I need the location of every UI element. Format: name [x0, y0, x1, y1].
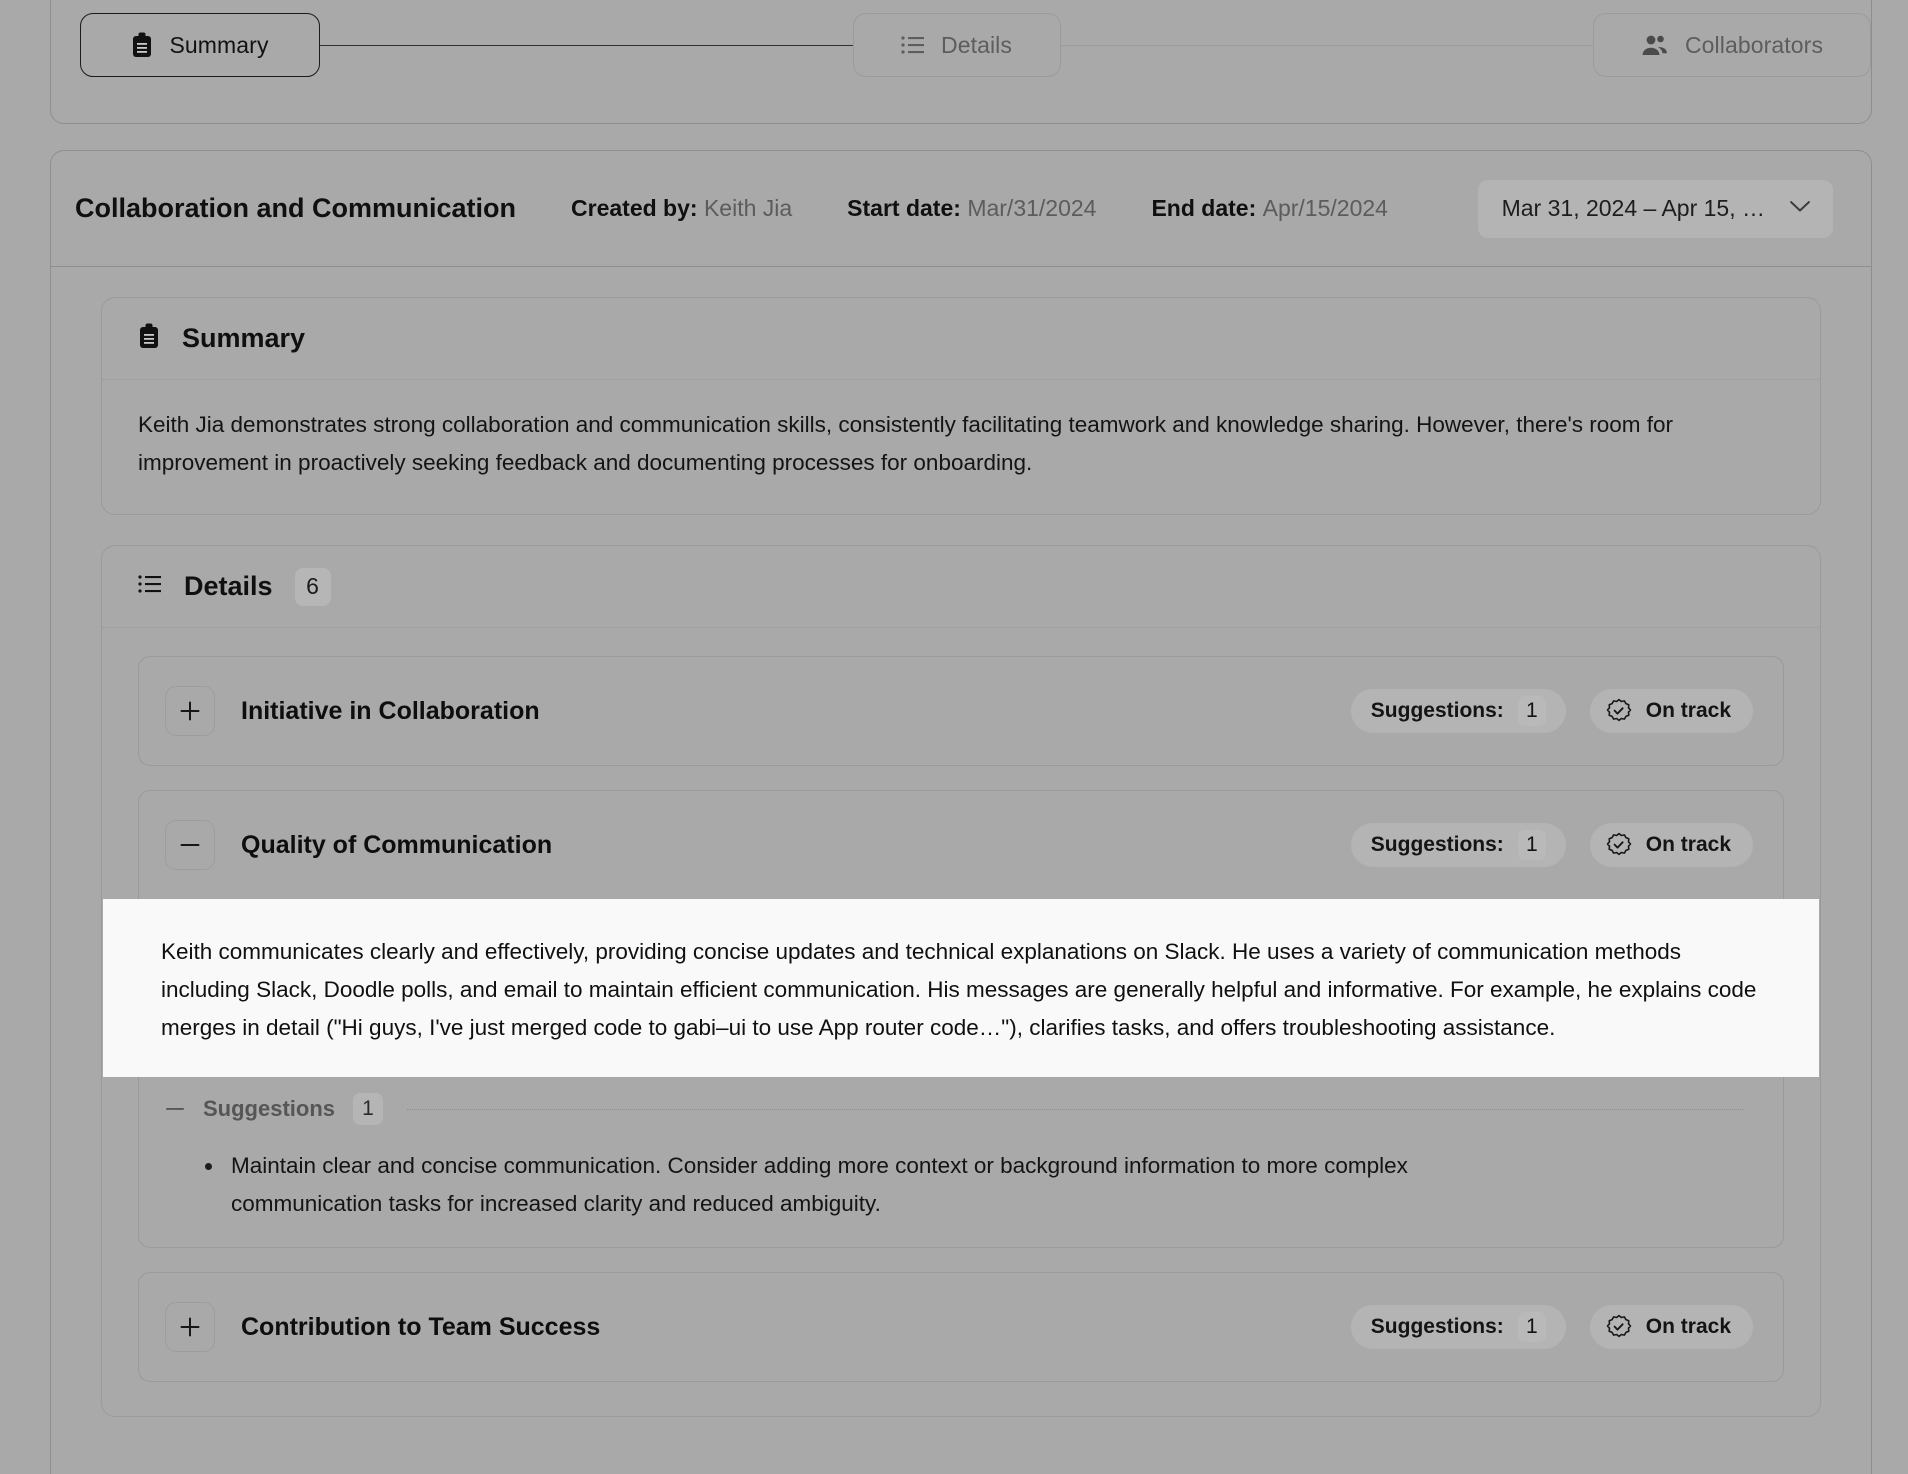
badge-check-icon [1606, 832, 1632, 858]
tab-rail: Summary Details Collaborators [51, 0, 1871, 123]
details-list: Initiative in Collaboration Suggestions:… [102, 628, 1820, 1416]
summary-card-title: Summary [182, 323, 306, 353]
tab-summary-label: Summary [169, 31, 269, 58]
clipboard-icon [138, 323, 160, 354]
suggestions-badge-count: 1 [1517, 830, 1546, 860]
suggestions-badge[interactable]: Suggestions: 1 [1350, 689, 1566, 733]
suggestions-badge-count: 1 [1517, 1312, 1546, 1342]
plus-icon[interactable] [165, 686, 215, 736]
clipboard-icon [131, 32, 153, 58]
end-date-value: Apr/15/2024 [1262, 195, 1388, 221]
tab-collaborators-label: Collaborators [1684, 31, 1824, 58]
start-date-label: Start date: [847, 195, 961, 221]
detail-item-body-text: Keith communicates clearly and effective… [161, 939, 1757, 1040]
suggestions-divider [407, 1108, 1743, 1110]
date-range-dropdown[interactable]: Mar 31, 2024 – Apr 15, … [1477, 179, 1833, 238]
suggestions-section-header[interactable]: Suggestions 1 [165, 1077, 1757, 1141]
app-root: Summary Details Collaborators Collaborat… [0, 0, 1908, 1474]
status-badge-label: On track [1645, 699, 1731, 722]
status-badge-label: On track [1645, 833, 1731, 856]
detail-item-initiative-in-collaboration: Initiative in Collaboration Suggestions:… [138, 656, 1784, 766]
status-badge[interactable]: On track [1589, 689, 1753, 733]
start-date-value: Mar/31/2024 [967, 195, 1097, 221]
summary-card-header: Summary [102, 298, 1820, 380]
detail-item-title: Quality of Communication [241, 830, 553, 859]
suggestions-badge-label: Suggestions: [1370, 1315, 1504, 1338]
details-count-badge: 6 [294, 567, 331, 606]
minus-icon[interactable] [165, 820, 215, 870]
end-date-label: End date: [1151, 195, 1257, 221]
summary-card-body: Keith Jia demonstrates strong collaborat… [102, 380, 1820, 514]
detail-item-header[interactable]: Contribution to Team Success Suggestions… [139, 1273, 1783, 1381]
tab-collaborators[interactable]: Collaborators [1593, 13, 1871, 77]
details-card-header: Details 6 [102, 546, 1820, 628]
status-badge[interactable]: On track [1589, 823, 1753, 867]
list-item: Maintain clear and concise communication… [205, 1147, 1525, 1223]
created-by-value: Keith Jia [703, 195, 793, 221]
status-badge[interactable]: On track [1589, 1305, 1753, 1349]
suggestions-badge-count: 1 [1517, 696, 1546, 726]
tab-details-label: Details [940, 31, 1012, 58]
detail-item-meta: Suggestions: 1 On track [1350, 689, 1753, 733]
detail-item-meta: Suggestions: 1 On track [1350, 1305, 1753, 1349]
date-range-value: Mar 31, 2024 – Apr 15, … [1501, 195, 1765, 221]
list-icon [138, 574, 162, 599]
details-card-title: Details [184, 571, 273, 601]
detail-item-quality-of-communication: Quality of Communication Suggestions: 1 [103, 790, 1819, 1248]
status-badge-label: On track [1645, 1315, 1731, 1338]
plus-icon[interactable] [165, 1302, 215, 1352]
detail-item-meta: Suggestions: 1 On track [1350, 823, 1753, 867]
page-title: Collaboration and Communication [75, 193, 517, 223]
suggestions-badge-label: Suggestions: [1370, 833, 1504, 856]
detail-item-header[interactable]: Quality of Communication Suggestions: 1 [139, 791, 1783, 899]
summary-text: Keith Jia demonstrates strong collaborat… [138, 412, 1674, 475]
suggestions-section-count: 1 [353, 1093, 384, 1125]
detail-item-expanded-content: Keith communicates clearly and effective… [103, 899, 1819, 1247]
tab-connector-1 [320, 44, 853, 46]
created-by-label: Created by: [571, 195, 698, 221]
people-icon [1641, 34, 1669, 56]
suggestions-badge[interactable]: Suggestions: 1 [1350, 1305, 1566, 1349]
summary-card: Summary Keith Jia demonstrates strong co… [101, 297, 1821, 515]
detail-item-highlighted-text-panel: Keith communicates clearly and effective… [103, 899, 1819, 1077]
suggestions-badge[interactable]: Suggestions: 1 [1350, 823, 1566, 867]
details-card: Details 6 Initiative in Collaboration Su… [101, 545, 1821, 1417]
main-panel: Collaboration and Communication Created … [50, 150, 1872, 1474]
suggestions-section-label: Suggestions [203, 1096, 336, 1121]
suggestions-badge-label: Suggestions: [1370, 699, 1504, 722]
detail-item-title: Contribution to Team Success [241, 1312, 601, 1341]
tab-details[interactable]: Details [852, 13, 1061, 77]
suggestions-section: Suggestions 1 Maintain clear and concise… [139, 1077, 1783, 1247]
badge-check-icon [1606, 698, 1632, 724]
minus-icon[interactable] [165, 1103, 185, 1115]
badge-check-icon [1606, 1314, 1632, 1340]
tab-connector-2 [1060, 44, 1593, 46]
suggestions-list: Maintain clear and concise communication… [165, 1147, 1757, 1223]
end-date-meta: End date: Apr/15/2024 [1151, 195, 1388, 222]
tab-strip: Summary Details Collaborators [50, 0, 1872, 124]
tab-summary[interactable]: Summary [80, 13, 320, 77]
panel-header: Collaboration and Communication Created … [51, 151, 1871, 267]
detail-item-header[interactable]: Initiative in Collaboration Suggestions:… [139, 657, 1783, 765]
panel-body: Summary Keith Jia demonstrates strong co… [51, 267, 1871, 1417]
detail-item-title: Initiative in Collaboration [241, 696, 540, 725]
list-icon [901, 35, 925, 55]
start-date-meta: Start date: Mar/31/2024 [847, 195, 1096, 222]
chevron-down-icon [1789, 200, 1811, 218]
created-by-meta: Created by: Keith Jia [571, 195, 792, 222]
detail-item-contribution-to-team-success: Contribution to Team Success Suggestions… [138, 1272, 1784, 1382]
